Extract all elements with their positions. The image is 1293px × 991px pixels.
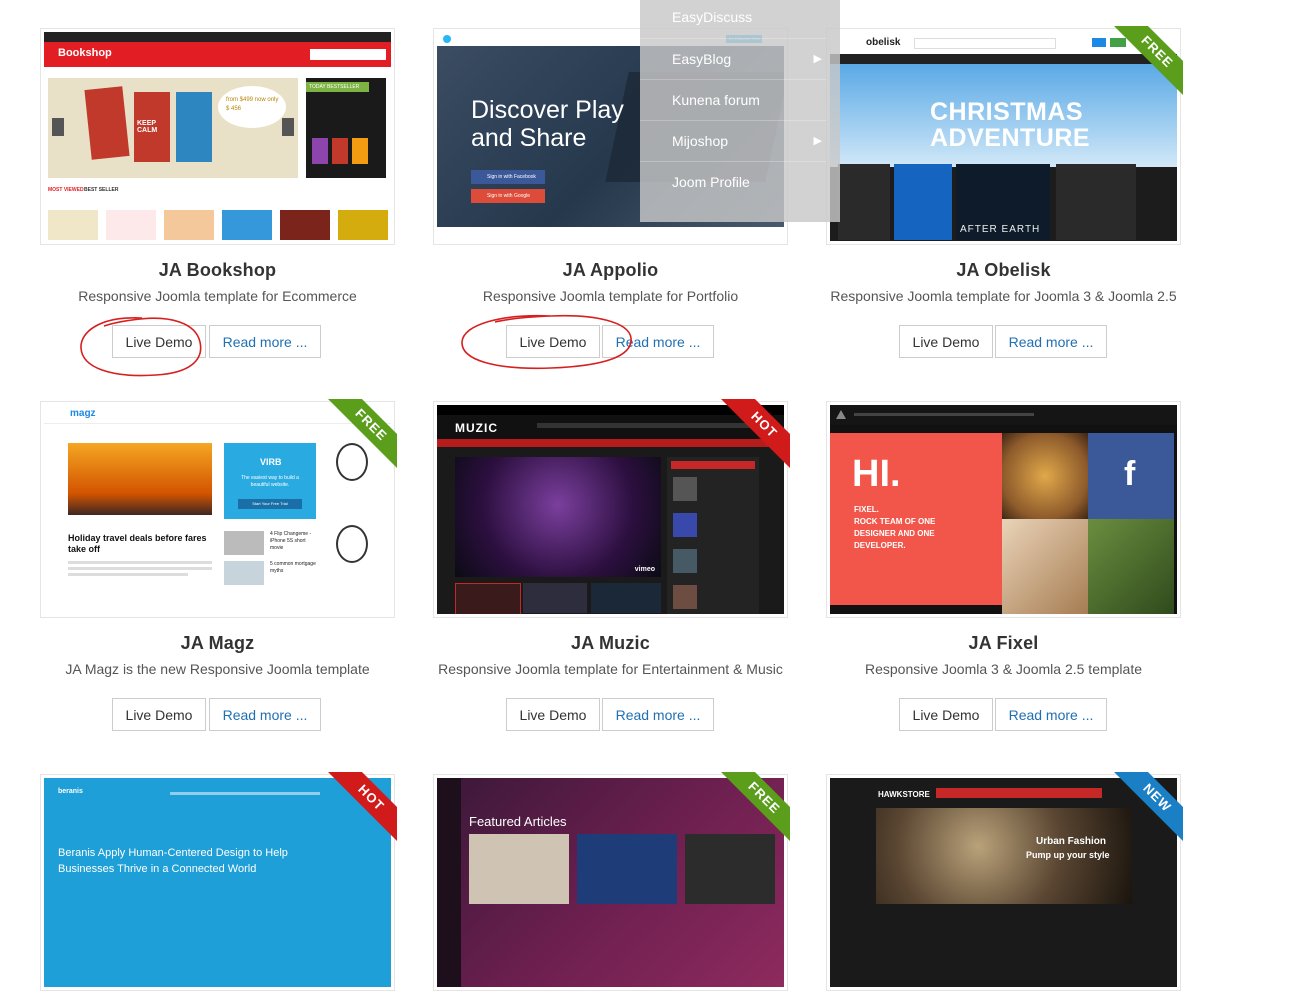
dropdown-item-easyblog[interactable]: EasyBlog ▶: [640, 38, 826, 78]
magz-ad-brand: VIRB: [260, 457, 282, 467]
appolio-headline-1: Discover Play: [471, 96, 624, 124]
dropdown-item-label: EasyBlog: [672, 51, 732, 67]
ribbon-badge: HOT: [327, 772, 397, 842]
live-demo-button[interactable]: Live Demo: [899, 325, 993, 358]
read-more-button[interactable]: Read more ...: [602, 325, 714, 358]
fixel-line-3: DESIGNER AND ONE: [854, 529, 935, 538]
read-more-button[interactable]: Read more ...: [209, 698, 321, 731]
template-title: JA Fixel: [968, 633, 1039, 653]
template-description: Responsive Joomla template for Joomla 3 …: [830, 288, 1177, 304]
ribbon-badge: FREE: [720, 772, 790, 842]
fixel-line-1: FIXEL.: [854, 505, 879, 514]
read-more-button[interactable]: Read more ...: [602, 698, 714, 731]
magz-headline: Holiday travel deals before fares take o…: [68, 533, 207, 554]
ribbon-label: FREE: [1113, 26, 1183, 96]
template-card-hawkstore: HAWKSTORE Urban Fashion Pump up your sty…: [826, 772, 1183, 991]
bookshop-preview: Bookshop KEEP CALM from $499 now only $ …: [44, 32, 391, 241]
ribbon-badge: FREE: [327, 399, 397, 469]
dropdown-item-label: Kunena forum: [672, 92, 760, 108]
hawkstore-logo: HAWKSTORE: [878, 790, 930, 799]
dropdown-item-joomprofile[interactable]: Joom Profile: [640, 161, 826, 201]
ribbon-label: NEW: [1113, 772, 1183, 842]
live-demo-button[interactable]: Live Demo: [899, 698, 993, 731]
template-title: JA Magz: [180, 633, 255, 653]
obelisk-hero-2: ADVENTURE: [930, 124, 1091, 152]
template-card-magz: magz Holiday travel deals before fares t…: [40, 399, 397, 801]
dropdown-item-kunena[interactable]: Kunena forum: [640, 79, 826, 119]
template-description: Responsive Joomla 3 & Joomla 2.5 templat…: [864, 661, 1143, 677]
chevron-right-icon: ▶: [813, 53, 822, 65]
obelisk-hero-1: CHRISTMAS: [930, 98, 1084, 126]
obelisk-movie-title: AFTER EARTH: [960, 224, 1041, 235]
dropdown-item-label: Joom Profile: [672, 174, 750, 190]
beranis-text-2: Businesses Thrive in a Connected World: [58, 863, 257, 875]
template-card-obelisk: obelisk CHRISTMAS ADVENTURE AFTER EARTH …: [826, 26, 1183, 428]
magz-logo: magz: [70, 408, 96, 419]
ribbon-badge: FREE: [1113, 26, 1183, 96]
live-demo-button[interactable]: Live Demo: [506, 698, 600, 731]
template-card-bookshop: Bookshop KEEP CALM from $499 now only $ …: [40, 28, 395, 428]
magz-side-story-1: 4 Flip Changeme - iPhone 5S short movie: [270, 531, 312, 551]
dropdown-item-mijoshop[interactable]: Mijoshop ▶: [640, 120, 826, 160]
dropdown-item-label: Mijoshop: [672, 133, 729, 149]
dropdown-menu: EasyDiscuss EasyBlog ▶ Kunena forum Mijo…: [640, 0, 840, 222]
bookshop-tab-most-viewed: MOST VIEWED: [48, 187, 84, 193]
muzic-logo: MUZIC: [455, 421, 498, 435]
fixel-line-4: DEVELOPER.: [854, 541, 906, 550]
live-demo-button[interactable]: Live Demo: [112, 325, 206, 358]
template-title: JA Bookshop: [158, 260, 277, 280]
beranis-logo: beranis: [58, 788, 83, 795]
read-more-button[interactable]: Read more ...: [995, 325, 1107, 358]
ribbon-badge: NEW: [1113, 772, 1183, 842]
read-more-button[interactable]: Read more ...: [209, 325, 321, 358]
ribbon-label: HOT: [720, 399, 790, 469]
template-title: JA Appolio: [562, 260, 659, 280]
ribbon-badge: HOT: [720, 399, 790, 469]
template-description: Responsive Joomla template for Entertain…: [438, 661, 783, 677]
ribbon-label: FREE: [720, 772, 790, 842]
hawkstore-line-2: Pump up your style: [1026, 850, 1110, 860]
appolio-google-button: Sign in with Google: [471, 189, 545, 203]
template-description: JA Magz is the new Responsive Joomla tem…: [65, 661, 370, 677]
bookshop-badge: TODAY BESTSELLER: [306, 82, 369, 92]
live-demo-button[interactable]: Live Demo: [506, 325, 600, 358]
featured-heading: Featured Articles: [469, 814, 567, 829]
live-demo-button[interactable]: Live Demo: [112, 698, 206, 731]
chevron-right-icon: ▶: [813, 135, 822, 147]
template-card-muzic: MUZIC vimeo HOT JA Muzic Responsive Joom…: [433, 399, 790, 801]
template-card-featured: Featured Articles FREE: [433, 772, 790, 991]
hawkstore-line-1: Urban Fashion: [1036, 836, 1107, 847]
fixel-line-2: ROCK TEAM OF ONE: [854, 517, 936, 526]
magz-side-story-2: 5 common mortgage myths: [270, 561, 316, 574]
template-card-beranis: beranis Beranis Apply Human-Centered Des…: [40, 772, 397, 991]
bookshop-logo: Bookshop: [58, 47, 112, 59]
facebook-icon: f: [1124, 455, 1136, 493]
fixel-preview: HI. FIXEL. ROCK TEAM OF ONE DESIGNER AND…: [830, 405, 1177, 614]
appolio-headline-2: and Share: [471, 124, 587, 152]
muzic-vimeo-tag: vimeo: [634, 566, 655, 573]
keep-calm-text: KEEP CALM: [137, 120, 158, 134]
template-card-fixel: HI. FIXEL. ROCK TEAM OF ONE DESIGNER AND…: [826, 401, 1181, 801]
template-thumbnail[interactable]: HI. FIXEL. ROCK TEAM OF ONE DESIGNER AND…: [826, 401, 1181, 618]
template-thumbnail[interactable]: Bookshop KEEP CALM from $499 now only $ …: [40, 28, 395, 245]
read-more-button[interactable]: Read more ...: [995, 698, 1107, 731]
template-title: JA Muzic: [571, 633, 650, 653]
dropdown-header[interactable]: EasyDiscuss: [640, 0, 840, 34]
appolio-facebook-button: Sign in with Facebook: [471, 170, 545, 184]
ribbon-label: FREE: [327, 399, 397, 469]
bookshop-tab-best-seller: BEST SELLER: [84, 187, 119, 193]
template-description: Responsive Joomla template for Ecommerce: [78, 288, 357, 304]
template-title: JA Obelisk: [956, 260, 1051, 280]
beranis-text-1: Beranis Apply Human-Centered Design to H…: [58, 847, 288, 859]
magz-ad-text: The easiest way to build a beautiful web…: [241, 475, 299, 488]
ribbon-label: HOT: [327, 772, 397, 842]
bookshop-promo: from $499 now only $ 456: [226, 97, 279, 112]
template-description: Responsive Joomla template for Portfolio: [482, 288, 739, 304]
magz-ad-button: Start Your Free Trial: [238, 499, 302, 509]
fixel-hi: HI.: [852, 453, 901, 495]
obelisk-logo: obelisk: [866, 37, 901, 48]
